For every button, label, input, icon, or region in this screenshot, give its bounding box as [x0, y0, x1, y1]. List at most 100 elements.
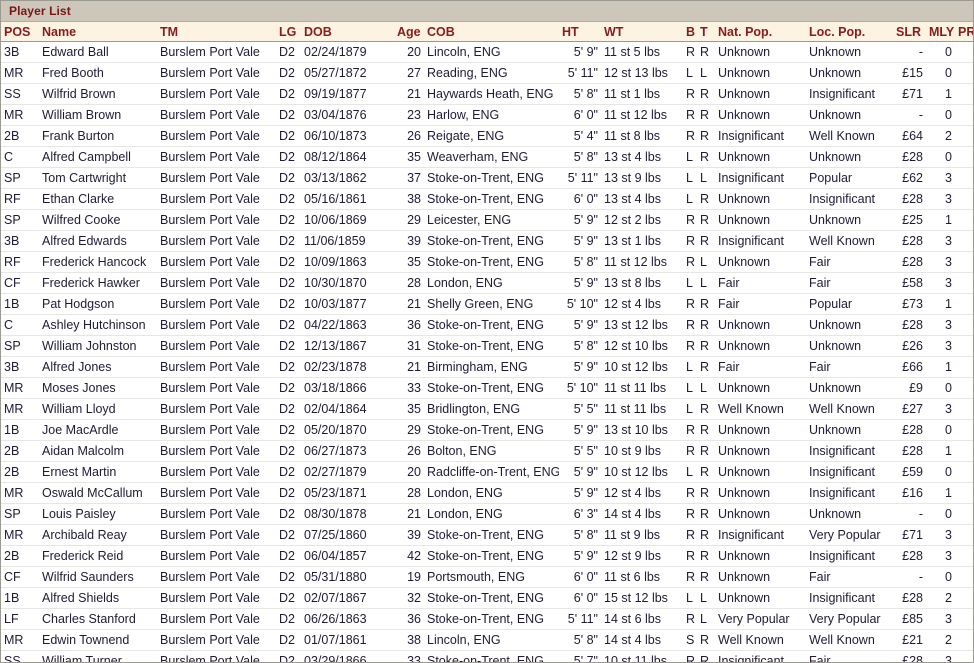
table-row[interactable]: SSWilfrid BrownBurslem Port ValeD209/19/…: [1, 84, 973, 105]
cell-ht: 5' 9": [559, 231, 601, 252]
table-row[interactable]: SPWilfred CookeBurslem Port ValeD210/06/…: [1, 210, 973, 231]
cell-proy: 1: [955, 504, 973, 525]
cell-lg: D2: [276, 231, 301, 252]
cell-dob: 02/23/1878: [301, 357, 394, 378]
cell-dob: 06/26/1863: [301, 609, 394, 630]
column-header-mly[interactable]: MLY: [926, 22, 955, 42]
cell-cob: Reading, ENG: [424, 63, 559, 84]
cell-pos: 1B: [1, 420, 39, 441]
table-row[interactable]: SPTom CartwrightBurslem Port ValeD203/13…: [1, 168, 973, 189]
cell-slr: £28: [893, 651, 926, 663]
table-row[interactable]: 3BEdward BallBurslem Port ValeD202/24/18…: [1, 42, 973, 63]
table-row[interactable]: 1BPat HodgsonBurslem Port ValeD210/03/18…: [1, 294, 973, 315]
cell-nat: Unknown: [715, 84, 806, 105]
column-header-proy[interactable]: PROY: [955, 22, 973, 42]
table-row[interactable]: SPWilliam JohnstonBurslem Port ValeD212/…: [1, 336, 973, 357]
cell-cob: Radcliffe-on-Trent, ENG: [424, 462, 559, 483]
cell-b: R: [683, 546, 697, 567]
table-row[interactable]: 2BFrank BurtonBurslem Port ValeD206/10/1…: [1, 126, 973, 147]
cell-lg: D2: [276, 84, 301, 105]
cell-mly: 2: [926, 630, 955, 651]
table-row[interactable]: RFEthan ClarkeBurslem Port ValeD205/16/1…: [1, 189, 973, 210]
cell-mly: 3: [926, 273, 955, 294]
cell-lg: D2: [276, 651, 301, 663]
cell-slr: £71: [893, 525, 926, 546]
cell-name: Aidan Malcolm: [39, 441, 157, 462]
table-row[interactable]: MRWilliam BrownBurslem Port ValeD203/04/…: [1, 105, 973, 126]
cell-name: William Johnston: [39, 336, 157, 357]
column-header-tm[interactable]: TM: [157, 22, 276, 42]
column-header-nat[interactable]: Nat. Pop.: [715, 22, 806, 42]
column-header-name[interactable]: Name: [39, 22, 157, 42]
table-row[interactable]: CAshley HutchinsonBurslem Port ValeD204/…: [1, 315, 973, 336]
table-row[interactable]: 3BAlfred JonesBurslem Port ValeD202/23/1…: [1, 357, 973, 378]
player-list-table-container[interactable]: POSNameTMLGDOBAgeCOBHTWTBTNat. Pop.Loc. …: [1, 22, 973, 662]
cell-loc: Insignificant: [806, 588, 893, 609]
cell-nat: Well Known: [715, 630, 806, 651]
column-header-age[interactable]: Age: [394, 22, 424, 42]
table-row[interactable]: 1BJoe MacArdleBurslem Port ValeD205/20/1…: [1, 420, 973, 441]
table-row[interactable]: LFCharles StanfordBurslem Port ValeD206/…: [1, 609, 973, 630]
cell-age: 20: [394, 462, 424, 483]
cell-age: 29: [394, 420, 424, 441]
column-header-slr[interactable]: SLR: [893, 22, 926, 42]
cell-wt: 11 st 6 lbs: [601, 567, 683, 588]
table-body: 3BEdward BallBurslem Port ValeD202/24/18…: [1, 42, 973, 663]
cell-name: Ashley Hutchinson: [39, 315, 157, 336]
cell-pos: 2B: [1, 441, 39, 462]
cell-slr: £28: [893, 252, 926, 273]
cell-mly: 0: [926, 462, 955, 483]
table-row[interactable]: MREdwin TownendBurslem Port ValeD201/07/…: [1, 630, 973, 651]
cell-loc: Unknown: [806, 420, 893, 441]
cell-slr: £28: [893, 441, 926, 462]
column-header-lg[interactable]: LG: [276, 22, 301, 42]
column-header-loc[interactable]: Loc. Pop.: [806, 22, 893, 42]
table-row[interactable]: RFFrederick HancockBurslem Port ValeD210…: [1, 252, 973, 273]
cell-name: Louis Paisley: [39, 504, 157, 525]
cell-ht: 6' 3": [559, 504, 601, 525]
table-row[interactable]: MRMoses JonesBurslem Port ValeD203/18/18…: [1, 378, 973, 399]
cell-slr: £28: [893, 588, 926, 609]
table-row[interactable]: SPLouis PaisleyBurslem Port ValeD208/30/…: [1, 504, 973, 525]
cell-loc: Unknown: [806, 42, 893, 63]
cell-pos: C: [1, 315, 39, 336]
table-row[interactable]: CFWilfrid SaundersBurslem Port ValeD205/…: [1, 567, 973, 588]
column-header-cob[interactable]: COB: [424, 22, 559, 42]
table-row[interactable]: CFFrederick HawkerBurslem Port ValeD210/…: [1, 273, 973, 294]
table-row[interactable]: 2BAidan MalcolmBurslem Port ValeD206/27/…: [1, 441, 973, 462]
cell-dob: 06/04/1857: [301, 546, 394, 567]
table-row[interactable]: 2BFrederick ReidBurslem Port ValeD206/04…: [1, 546, 973, 567]
column-header-wt[interactable]: WT: [601, 22, 683, 42]
table-row[interactable]: MRWilliam LloydBurslem Port ValeD202/04/…: [1, 399, 973, 420]
column-header-pos[interactable]: POS: [1, 22, 39, 42]
cell-wt: 11 st 8 lbs: [601, 126, 683, 147]
cell-dob: 06/10/1873: [301, 126, 394, 147]
table-row[interactable]: MROswald McCallumBurslem Port ValeD205/2…: [1, 483, 973, 504]
cell-slr: £16: [893, 483, 926, 504]
cell-ht: 5' 9": [559, 357, 601, 378]
table-row[interactable]: CAlfred CampbellBurslem Port ValeD208/12…: [1, 147, 973, 168]
cell-t: L: [697, 168, 715, 189]
cell-nat: Unknown: [715, 210, 806, 231]
column-header-ht[interactable]: HT: [559, 22, 601, 42]
table-row[interactable]: 2BErnest MartinBurslem Port ValeD202/27/…: [1, 462, 973, 483]
cell-loc: Unknown: [806, 147, 893, 168]
column-header-b[interactable]: B: [683, 22, 697, 42]
column-header-t[interactable]: T: [697, 22, 715, 42]
cell-cob: Stoke-on-Trent, ENG: [424, 336, 559, 357]
table-row[interactable]: MRArchibald ReayBurslem Port ValeD207/25…: [1, 525, 973, 546]
cell-cob: Shelly Green, ENG: [424, 294, 559, 315]
cell-tm: Burslem Port Vale: [157, 420, 276, 441]
table-row[interactable]: SSWilliam TurnerBurslem Port ValeD203/29…: [1, 651, 973, 663]
cell-proy: 5: [955, 420, 973, 441]
cell-nat: Fair: [715, 273, 806, 294]
cell-ht: 5' 7": [559, 651, 601, 663]
table-row[interactable]: 3BAlfred EdwardsBurslem Port ValeD211/06…: [1, 231, 973, 252]
table-row[interactable]: 1BAlfred ShieldsBurslem Port ValeD202/07…: [1, 588, 973, 609]
cell-proy: 4: [955, 399, 973, 420]
column-header-dob[interactable]: DOB: [301, 22, 394, 42]
cell-pos: MR: [1, 105, 39, 126]
cell-b: R: [683, 231, 697, 252]
cell-age: 38: [394, 630, 424, 651]
table-row[interactable]: MRFred BoothBurslem Port ValeD205/27/187…: [1, 63, 973, 84]
